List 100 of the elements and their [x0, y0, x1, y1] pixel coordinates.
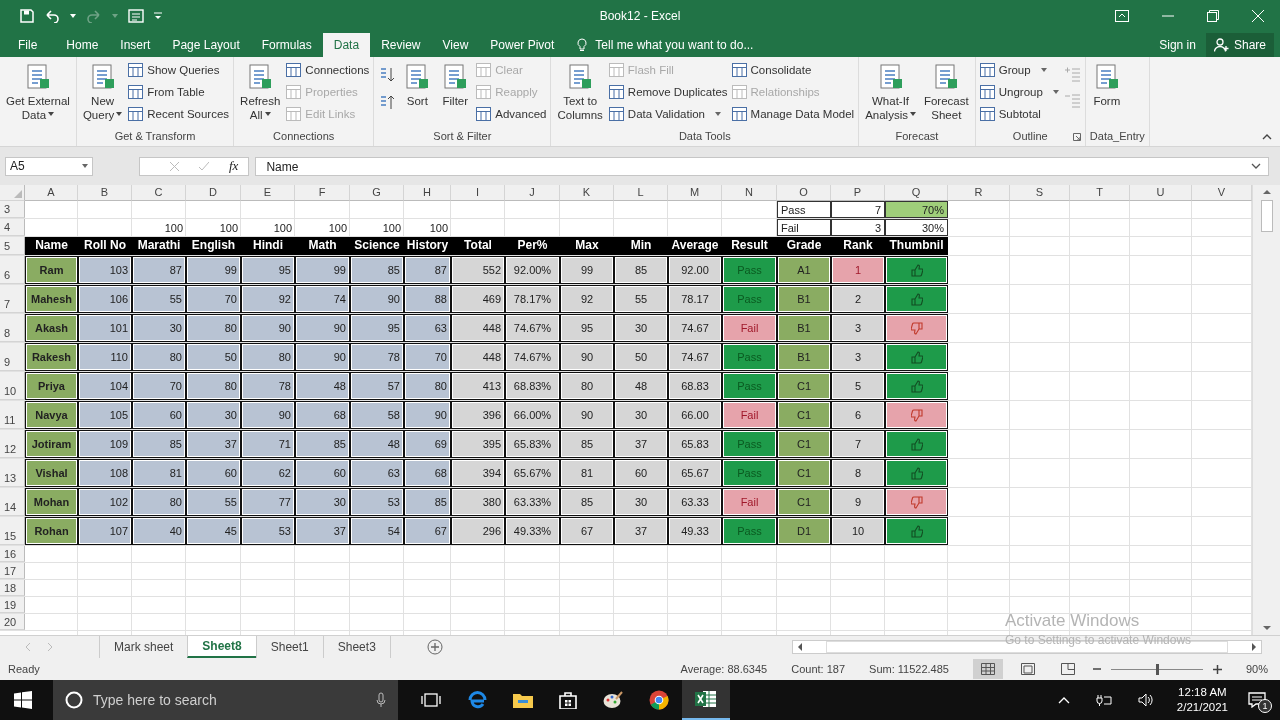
- tell-me-field[interactable]: Tell me what you want to do...: [593, 37, 778, 53]
- share-button[interactable]: Share: [1205, 33, 1274, 57]
- row-header[interactable]: 12: [0, 430, 25, 458]
- collapse-ribbon-icon[interactable]: [1262, 134, 1272, 140]
- store-bag-icon[interactable]: [559, 691, 577, 709]
- row-header[interactable]: 9: [0, 343, 25, 371]
- form-icon[interactable]: [128, 9, 144, 23]
- scroll-up-icon[interactable]: [1262, 189, 1271, 194]
- ribbon-button[interactable]: Text to Columns: [555, 60, 605, 130]
- column-header[interactable]: L: [614, 185, 668, 201]
- ribbon-tab[interactable]: Power Pivot: [479, 33, 566, 57]
- add-sheet-icon[interactable]: [426, 639, 443, 655]
- ribbon-button[interactable]: Sort: [400, 60, 435, 130]
- sheet-tab[interactable]: Sheet8: [187, 636, 256, 658]
- column-header[interactable]: S: [1010, 185, 1070, 201]
- column-header[interactable]: D: [186, 185, 241, 201]
- ribbon-tab[interactable]: Home: [55, 33, 110, 57]
- ribbon-button[interactable]: Advanced: [476, 104, 547, 124]
- chevron-up-icon[interactable]: [1057, 696, 1070, 704]
- ribbon-button[interactable]: Consolidate: [731, 60, 855, 80]
- paint-palette-icon[interactable]: [603, 691, 623, 709]
- column-header[interactable]: P: [831, 185, 885, 201]
- ribbon-tab[interactable]: Page Layout: [161, 33, 251, 57]
- row-header[interactable]: 17: [0, 563, 25, 579]
- row-header[interactable]: 3: [0, 201, 25, 218]
- save-icon[interactable]: [20, 9, 34, 23]
- row-header[interactable]: 4: [0, 219, 25, 236]
- normal-view-button[interactable]: [972, 659, 1003, 679]
- column-header[interactable]: G: [350, 185, 404, 201]
- ribbon-button[interactable]: Recent Sources: [128, 104, 230, 124]
- check-icon[interactable]: [199, 161, 209, 171]
- ribbon-button[interactable]: Manage Data Model: [731, 104, 855, 124]
- ribbon-button[interactable]: New Query: [80, 60, 125, 130]
- row-header[interactable]: 8: [0, 314, 25, 342]
- scroll-right-icon[interactable]: [1252, 643, 1257, 651]
- zoom-slider-thumb[interactable]: [1155, 663, 1159, 675]
- ribbon-display-icon[interactable]: [1115, 10, 1129, 22]
- scroll-left-icon[interactable]: [797, 643, 802, 651]
- column-header[interactable]: C: [132, 185, 186, 201]
- undo-icon[interactable]: [44, 9, 60, 23]
- ribbon-button[interactable]: Group: [979, 60, 1059, 80]
- column-header[interactable]: H: [404, 185, 451, 201]
- ribbon-tab[interactable]: Review: [370, 33, 432, 57]
- sort-descending-icon[interactable]: [378, 94, 397, 112]
- row-header[interactable]: 13: [0, 459, 25, 487]
- row-header[interactable]: 6: [0, 256, 25, 284]
- column-header[interactable]: K: [560, 185, 614, 201]
- row-header[interactable]: 15: [0, 517, 25, 545]
- column-header[interactable]: B: [78, 185, 132, 201]
- ribbon-button[interactable]: Ungroup: [979, 82, 1059, 102]
- restore-icon[interactable]: [1207, 10, 1219, 22]
- sort-ascending-icon[interactable]: [378, 66, 397, 84]
- ribbon-button[interactable]: Connections: [286, 60, 370, 80]
- row-header[interactable]: 20: [0, 614, 25, 630]
- ribbon-button[interactable]: Get External Data: [4, 60, 72, 130]
- vertical-scrollbar[interactable]: [1252, 185, 1280, 635]
- name-box[interactable]: A5: [5, 156, 93, 176]
- search-field[interactable]: Type here to search: [91, 691, 368, 709]
- formula-field[interactable]: Name: [255, 156, 1269, 176]
- row-header[interactable]: 7: [0, 285, 25, 313]
- close-icon[interactable]: [1252, 10, 1264, 22]
- ribbon-tab[interactable]: Formulas: [250, 33, 323, 57]
- ribbon-button[interactable]: Filter: [438, 60, 473, 130]
- column-header[interactable]: M: [668, 185, 722, 201]
- column-header[interactable]: J: [505, 185, 560, 201]
- speaker-icon[interactable]: [1137, 693, 1154, 707]
- clock-date[interactable]: 2/21/2021: [1176, 700, 1228, 715]
- row-header[interactable]: 16: [0, 546, 25, 562]
- clock-time[interactable]: 12:18 AM: [1178, 685, 1227, 700]
- row-header[interactable]: 10: [0, 372, 25, 400]
- ribbon-button[interactable]: Remove Duplicates: [608, 82, 728, 102]
- ribbon-button[interactable]: Subtotal: [979, 104, 1059, 124]
- caret-icon[interactable]: [70, 14, 76, 18]
- task-view-icon[interactable]: [421, 693, 441, 707]
- row-header[interactable]: 19: [0, 597, 25, 613]
- ribbon-tab[interactable]: View: [431, 33, 480, 57]
- ribbon-tab[interactable]: File: [0, 33, 56, 57]
- spreadsheet-app-icon[interactable]: [695, 689, 717, 709]
- ribbon-button[interactable]: Show Queries: [128, 60, 230, 80]
- microphone-icon[interactable]: [376, 692, 386, 708]
- ribbon-button[interactable]: What-If Analysis: [863, 60, 918, 130]
- ribbon-tab[interactable]: Insert: [109, 33, 162, 57]
- ribbon-button[interactable]: Forecast Sheet: [921, 60, 971, 130]
- column-header[interactable]: F: [295, 185, 350, 201]
- column-header[interactable]: E: [241, 185, 295, 201]
- column-header[interactable]: N: [722, 185, 777, 201]
- taskbar-search-box[interactable]: Type here to search: [53, 680, 398, 720]
- expand-icon[interactable]: [1251, 163, 1261, 169]
- scroll-down-icon[interactable]: [1262, 626, 1271, 631]
- column-header[interactable]: A: [25, 185, 78, 201]
- folder-icon[interactable]: [513, 692, 533, 708]
- column-header[interactable]: I: [451, 185, 505, 201]
- dialog-launcher-icon[interactable]: [1072, 133, 1081, 141]
- customize-icon[interactable]: [154, 12, 162, 20]
- ribbon-button[interactable]: Form: [1089, 60, 1124, 130]
- ribbon-tab[interactable]: Data: [322, 33, 371, 57]
- notification-icon[interactable]: [1248, 692, 1266, 708]
- power-plug-icon[interactable]: [1095, 694, 1112, 706]
- browser-icon[interactable]: [467, 690, 487, 710]
- scroll-thumb[interactable]: [1260, 200, 1273, 232]
